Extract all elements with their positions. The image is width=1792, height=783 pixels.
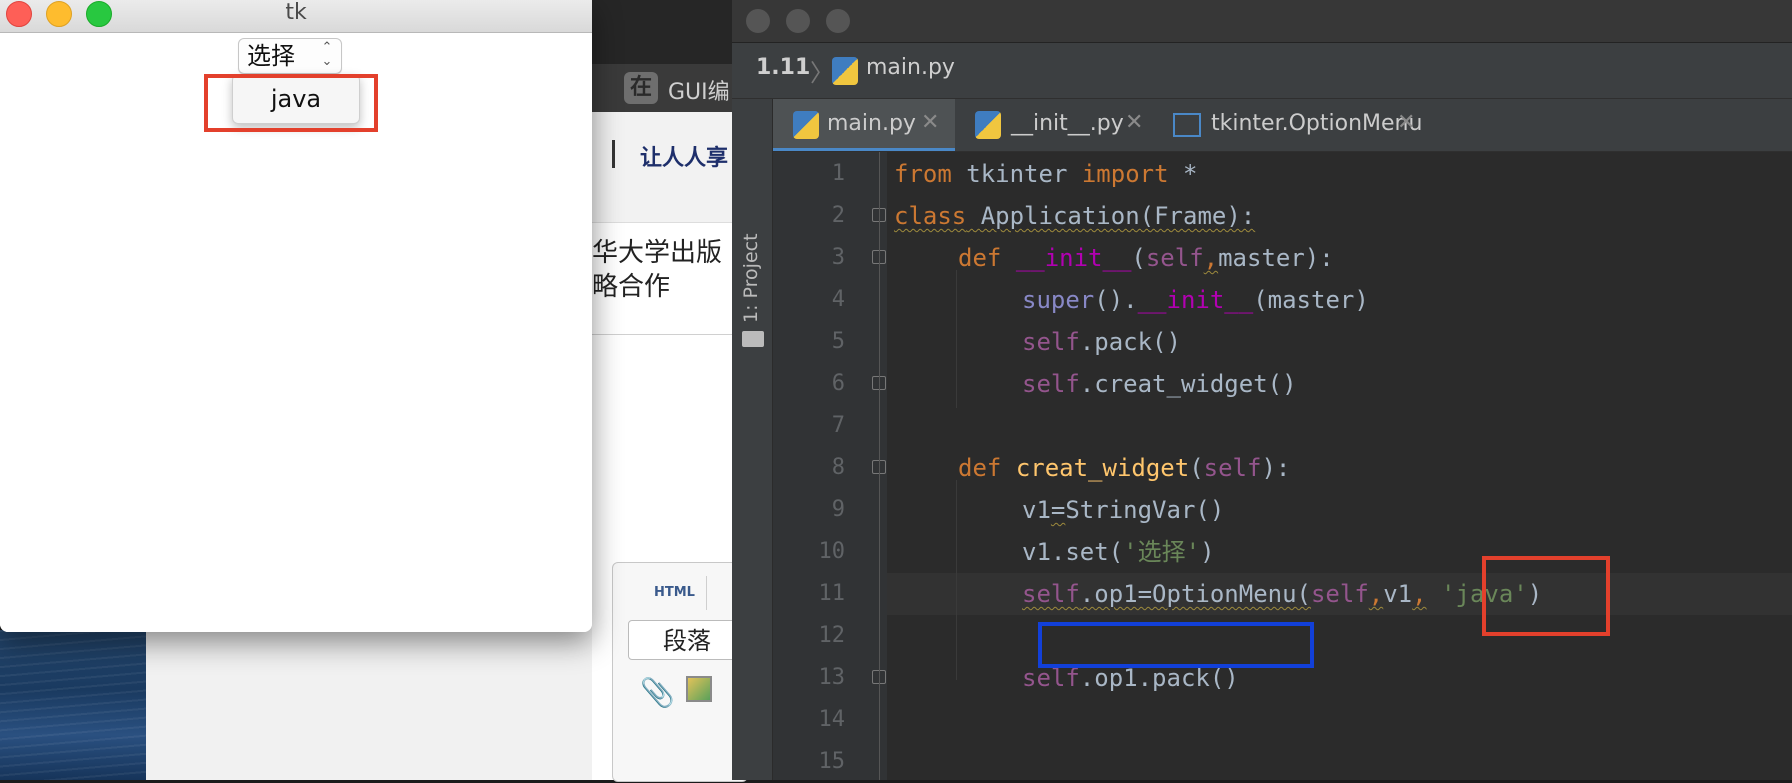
chevron-right-icon: 〉 (810, 59, 834, 87)
page-text-line: 华大学出版 (592, 238, 723, 268)
breadcrumb-project[interactable]: 1.11 (756, 55, 810, 80)
maximize-window-button[interactable] (826, 9, 850, 33)
breadcrumb-file[interactable]: main.py (866, 55, 955, 80)
python-file-icon (975, 111, 1001, 139)
paragraph-format-select[interactable]: 段落 (628, 620, 746, 660)
line-number-gutter (773, 152, 887, 780)
desktop-wallpaper (0, 630, 146, 780)
annotation-highlight-box (1482, 556, 1610, 636)
tab-tkinter-optionmenu[interactable]: tkinter.OptionMenu ✕ (1155, 99, 1431, 151)
folder-icon[interactable] (742, 331, 764, 347)
tab-init-py[interactable]: __init__.py ✕ (955, 99, 1155, 151)
close-window-button[interactable] (746, 9, 770, 33)
tool-window-strip: 1: Project (732, 99, 773, 780)
browser-tab-icon: 在 (624, 72, 658, 104)
close-icon[interactable]: ✕ (1397, 110, 1415, 135)
site-logo: 让人人享 (640, 145, 729, 171)
toolbar-separator (706, 576, 707, 610)
breadcrumb: 1.11 〉 main.py (732, 43, 1792, 99)
option-menu-button[interactable]: 选择 ⌃ ⌄ (238, 38, 342, 74)
python-file-icon (793, 111, 819, 139)
current-line-highlight (887, 573, 1792, 615)
browser-tab-label[interactable]: GUI编 (668, 74, 730, 106)
code-editor[interactable] (887, 152, 1792, 780)
close-icon[interactable]: ✕ (921, 110, 939, 135)
tab-label: main.py (827, 111, 916, 136)
class-structure-icon (1173, 113, 1201, 137)
window-title: tk (285, 0, 307, 25)
header-divider (612, 140, 615, 168)
page-separator (592, 334, 746, 335)
minimize-window-button[interactable] (786, 9, 810, 33)
annotation-highlight-box (204, 74, 378, 132)
annotation-highlight-box (1038, 622, 1314, 668)
project-tool-window-button[interactable]: 1: Project (740, 233, 762, 323)
page-text-line: 略合作 (592, 272, 671, 302)
html-source-button[interactable]: HTML (654, 585, 695, 600)
updown-chevron-icon: ⌃ ⌄ (321, 40, 333, 69)
close-icon[interactable]: ✕ (1125, 110, 1143, 135)
option-menu-value: 选择 (247, 42, 295, 70)
tab-label: tkinter.OptionMenu (1211, 111, 1423, 136)
tab-label: __init__.py (1011, 111, 1124, 136)
editor-tab-bar: main.py ✕ __init__.py ✕ tkinter.OptionMe… (773, 99, 1792, 152)
tk-titlebar[interactable]: tk (0, 0, 592, 33)
attachment-icon[interactable]: 📎 (640, 676, 675, 709)
tab-main-py[interactable]: main.py ✕ (773, 99, 955, 151)
ide-titlebar[interactable] (732, 0, 1792, 43)
insert-image-icon[interactable] (686, 676, 712, 702)
python-file-icon (832, 57, 858, 85)
